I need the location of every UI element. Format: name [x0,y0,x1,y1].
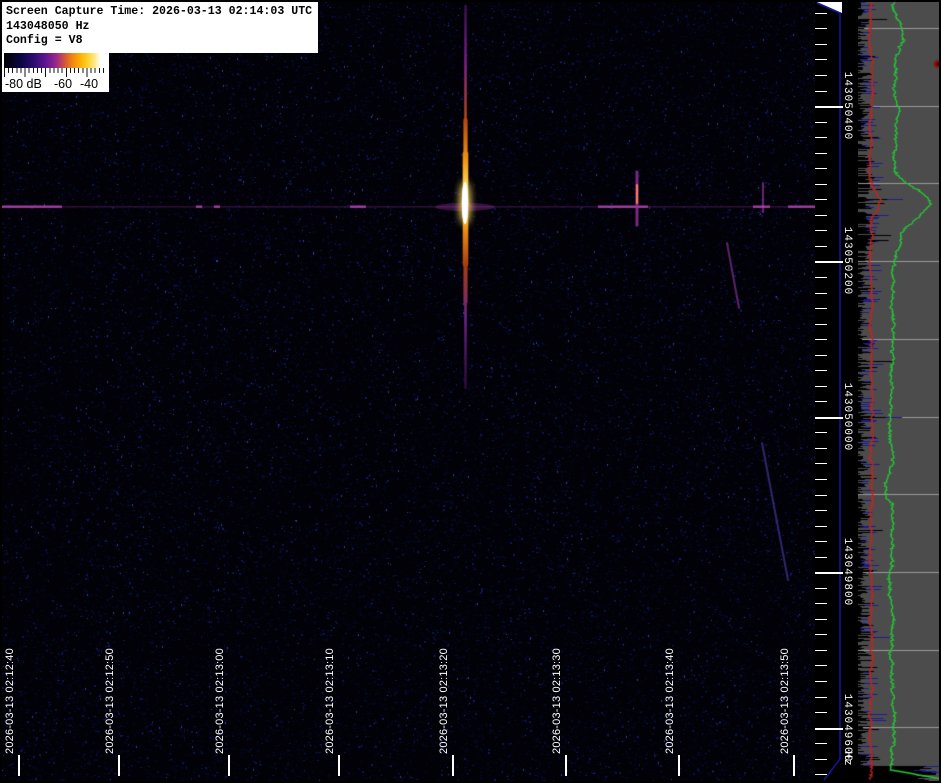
freq-minor-tick [815,199,827,200]
time-axis-label: 2026-03-13 02:13:30 [551,648,563,754]
freq-minor-tick [815,774,827,775]
time-tick [338,755,340,776]
frequency-axis: 1430504001430502001430500001430498001430… [815,2,858,781]
time-tick [18,755,20,776]
freq-minor-tick [815,510,827,511]
freq-minor-tick [815,277,827,278]
freq-minor-tick [815,137,827,138]
colorbar-gradient [4,53,107,68]
freq-minor-tick [815,28,827,29]
capture-info-box: Screen Capture Time: 2026-03-13 02:14:03… [2,2,318,53]
freq-minor-tick [815,386,827,387]
time-tick [793,755,795,776]
time-tick [228,755,230,776]
colorbar-mid-label: -60 [54,77,72,91]
freq-minor-tick [815,308,827,309]
spectrogram-area: Screen Capture Time: 2026-03-13 02:14:03… [2,2,815,781]
time-tick [565,755,567,776]
freq-minor-tick [815,448,827,449]
time-axis-label: 2026-03-13 02:13:20 [438,648,450,754]
freq-minor-tick [815,91,827,92]
freq-major-tick [815,417,843,419]
freq-axis-unit-label: Hz [841,751,853,766]
time-axis-label: 2026-03-13 02:12:50 [104,648,116,754]
freq-minor-tick [815,479,827,480]
intensity-colorbar: -80 dB -60 -40 [2,51,109,92]
freq-major-tick [815,572,843,574]
time-axis-label: 2026-03-13 02:12:40 [4,648,16,754]
colorbar-tick-ruler [4,68,107,77]
freq-minor-tick [815,557,827,558]
freq-minor-tick [815,526,827,527]
freq-major-tick [815,106,843,108]
time-axis-label: 2026-03-13 02:13:40 [664,648,676,754]
freq-minor-tick [815,153,827,154]
freq-axis-label: 143049800 [841,538,853,606]
freq-minor-tick [815,13,827,14]
freq-minor-tick [815,681,827,682]
freq-minor-tick [815,401,827,402]
spectrogram-canvas [2,2,815,781]
freq-minor-tick [815,697,827,698]
freq-minor-tick [815,743,827,744]
freq-minor-tick [815,650,827,651]
freq-minor-tick [815,432,827,433]
freq-minor-tick [815,184,827,185]
freq-minor-tick [815,541,827,542]
colorbar-min-label: -80 dB [5,77,42,91]
freq-minor-tick [815,59,827,60]
freq-minor-tick [815,588,827,589]
freq-minor-tick [815,293,827,294]
time-tick [118,755,120,776]
freq-minor-tick [815,759,827,760]
freq-minor-tick [815,619,827,620]
freq-minor-tick [815,246,827,247]
freq-minor-tick [815,495,827,496]
freq-minor-tick [815,44,827,45]
spectrum-panel-canvas [858,2,939,781]
freq-minor-tick [815,463,827,464]
capture-config-text: Config = V8 [6,34,312,49]
freq-minor-tick [815,122,827,123]
freq-axis-label: 143050400 [841,72,853,140]
time-axis-label: 2026-03-13 02:13:10 [324,648,336,754]
time-tick [452,755,454,776]
capture-time-text: Screen Capture Time: 2026-03-13 02:14:03… [6,5,312,20]
screen-capture-root: Screen Capture Time: 2026-03-13 02:14:03… [0,0,941,783]
colorbar-labels: -80 dB -60 -40 [4,77,107,92]
spectrum-side-panel [858,2,939,781]
freq-minor-tick [815,712,827,713]
freq-minor-tick [815,324,827,325]
time-axis-label: 2026-03-13 02:13:50 [779,648,791,754]
capture-frequency-text: 143048050 Hz [6,20,312,35]
freq-minor-tick [815,168,827,169]
colorbar-max-label: -40 [80,77,98,91]
freq-minor-tick [815,230,827,231]
freq-major-tick [815,728,843,730]
freq-minor-tick [815,603,827,604]
freq-minor-tick [815,355,827,356]
freq-axis-label: 143050000 [841,383,853,451]
freq-minor-tick [815,75,827,76]
time-axis-label: 2026-03-13 02:13:00 [214,648,226,754]
freq-axis-label: 143050200 [841,227,853,295]
freq-major-tick [815,261,843,263]
time-tick [678,755,680,776]
freq-minor-tick [815,215,827,216]
freq-minor-tick [815,370,827,371]
freq-minor-tick [815,339,827,340]
freq-minor-tick [815,634,827,635]
freq-minor-tick [815,665,827,666]
